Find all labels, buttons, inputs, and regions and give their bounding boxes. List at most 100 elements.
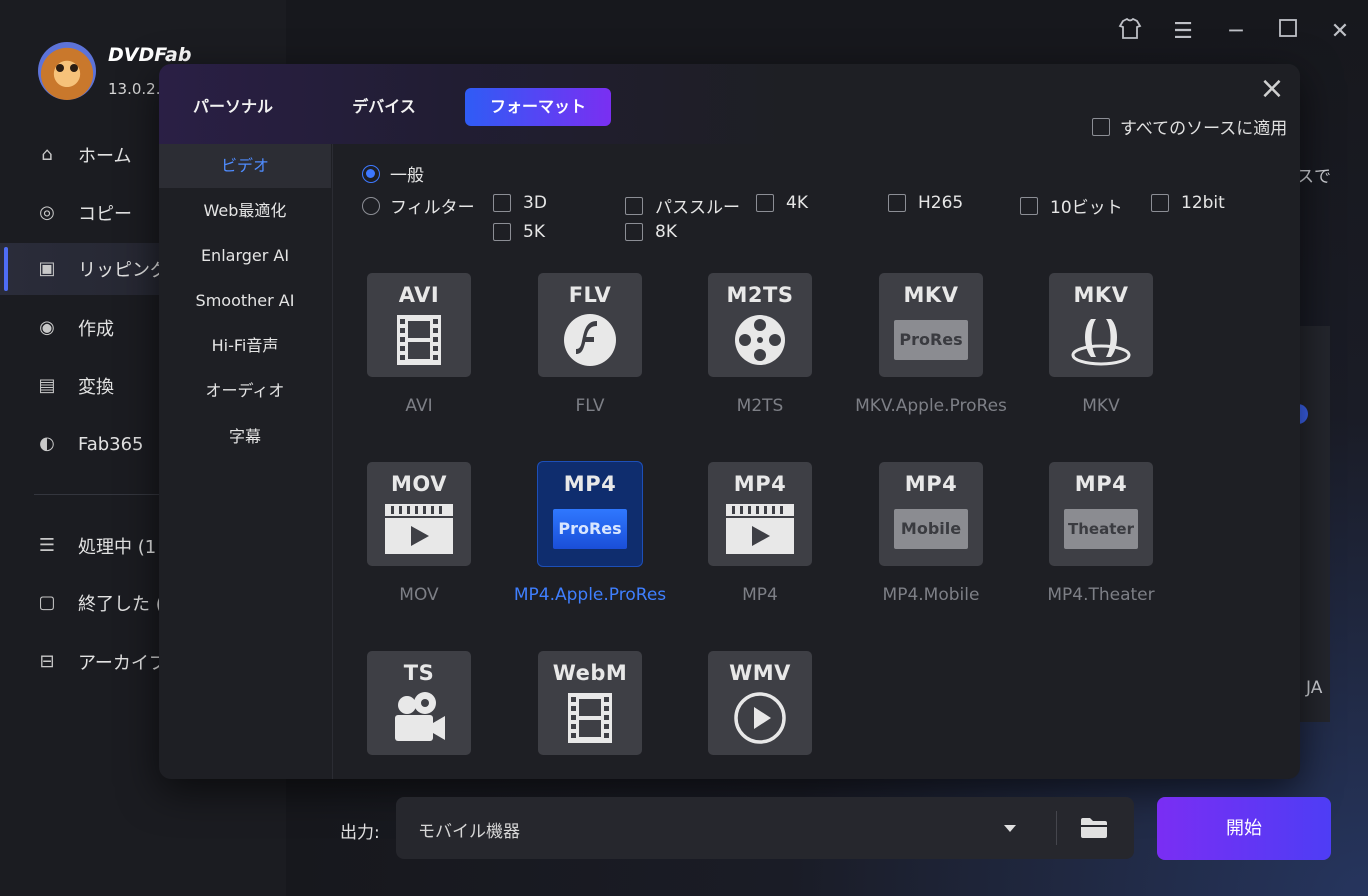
format-mp4-apple-prores[interactable]: MP4 ProRes MP4.Apple.ProRes [505,462,675,605]
format-flv[interactable]: FLV FLV [505,273,675,416]
apply-all-sources-checkbox[interactable]: すべてのソースに適用 [1092,114,1287,139]
tab-format[interactable]: フォーマット [465,88,611,126]
format-label: AVI [405,396,433,416]
subnav-item-video[interactable]: ビデオ [159,144,331,188]
menu-icon[interactable]: ☰ [1169,18,1197,46]
format-webm[interactable]: WebM [505,651,675,755]
subnav-item-smoother-ai[interactable]: Smoother AI [159,279,331,323]
format-tile-title: TS [403,661,435,685]
radio-filter[interactable]: フィルター [362,193,475,218]
radio-general[interactable]: 一般 [362,161,424,186]
filter-label: H265 [918,193,964,213]
format-mp4[interactable]: MP4 MP4 [675,462,845,605]
format-badge: Theater [1064,509,1138,549]
ripping-icon: ▣ [38,258,56,279]
format-tile-title: MP4 [1074,472,1128,496]
filter-h265[interactable]: H265 [888,193,963,213]
category-subnav: ビデオ Web最適化 Enlarger AI Smoother AI Hi-Fi… [159,144,333,779]
close-dialog-icon[interactable]: × [1257,74,1287,104]
format-mp4-theater[interactable]: MP4 Theater MP4.Theater [1016,462,1186,605]
format-tile-title: MP4 [733,472,787,496]
filter-label: 12bit [1181,193,1225,213]
subnav-item-enlarger-ai[interactable]: Enlarger AI [159,234,331,278]
format-badge: ProRes [894,320,968,360]
home-icon: ⌂ [41,144,53,165]
video-camera-icon [367,691,471,745]
output-label: 出力: [340,823,380,843]
format-mkv-apple-prores[interactable]: MKV ProRes MKV.Apple.ProRes [846,273,1016,416]
flash-icon [538,313,642,367]
film-convert-icon: ▤ [38,375,56,396]
archive-box-icon: ⊟ [39,651,55,672]
maximize-icon[interactable] [1274,18,1302,46]
filter-passthrough[interactable]: パススルー [625,193,740,218]
filter-4k[interactable]: 4K [756,193,808,213]
filter-8k[interactable]: 8K [625,222,677,242]
format-tile-title: MKV [903,283,959,307]
format-badge: Mobile [894,509,968,549]
apply-all-label: すべてのソースに適用 [1120,119,1288,139]
finished-clipboard-icon: ▢ [38,592,56,613]
format-mkv[interactable]: MKV MKV [1016,273,1186,416]
format-label: M2TS [736,396,784,416]
format-label: MP4.Apple.ProRes [513,585,667,605]
format-tile-title: MP4 [904,472,958,496]
format-tile-title: FLV [568,283,612,307]
filter-label: 3D [523,193,547,213]
output-destination-value: モバイル機器 [418,822,520,842]
sidebar-item-label: 作成 [78,319,114,340]
create-disc-icon: ◉ [39,317,55,338]
format-m2ts[interactable]: M2TS M2TS [675,273,845,416]
subnav-item-hifi-audio[interactable]: Hi-Fi音声 [159,324,331,368]
sidebar-item-label: ホーム [78,146,132,167]
checkbox-box[interactable] [1092,117,1110,136]
chevron-down-icon[interactable] [1004,825,1016,832]
subnav-item-audio[interactable]: オーディオ [159,369,331,413]
filter-3d[interactable]: 3D [493,193,547,213]
sidebar-item-label: 処理中 (1 [78,537,157,558]
start-button[interactable]: 開始 [1157,797,1331,860]
background-source-panel [1300,326,1330,722]
format-badge: ProRes [553,509,627,549]
format-label: MOV [399,585,439,605]
filter-5k[interactable]: 5K [493,222,545,242]
radio-button[interactable] [362,196,380,215]
format-label: MP4 [742,585,778,605]
background-language-text: JA [1306,678,1323,698]
matroska-icon [1049,313,1153,367]
tab-personal[interactable]: パーソナル [181,88,285,126]
radio-filter-label: フィルター [390,198,475,218]
clapper-play-icon [708,502,812,556]
output-separator [1056,811,1057,845]
subnav-item-subtitle[interactable]: 字幕 [159,415,331,459]
filter-label: 5K [523,222,545,242]
tab-device[interactable]: デバイス [331,88,437,126]
filter-label: 10ビット [1050,198,1123,218]
radio-general-label: 一般 [390,166,424,186]
film-strip-icon [367,313,471,367]
filter-10bit[interactable]: 10ビット [1020,193,1123,218]
format-tile-title: M2TS [726,283,794,307]
film-reel-icon [708,313,812,367]
dvdfab-logo [38,42,96,100]
filter-12bit[interactable]: 12bit [1151,193,1225,213]
format-ts[interactable]: TS [334,651,504,755]
radio-button[interactable] [362,164,380,183]
format-label: MKV [1082,396,1120,416]
format-tile-title: MOV [391,472,447,496]
folder-icon[interactable] [1080,817,1108,839]
format-wmv[interactable]: WMV [675,651,845,755]
output-destination-select[interactable]: モバイル機器 [396,797,1134,859]
subnav-item-web[interactable]: Web最適化 [159,189,331,233]
format-tile-title: MP4 [563,472,617,496]
minimize-icon[interactable]: ─ [1222,18,1250,46]
format-avi[interactable]: AVI AVI [334,273,504,416]
format-mp4-mobile[interactable]: MP4 Mobile MP4.Mobile [846,462,1016,605]
format-mov[interactable]: MOV MOV [334,462,504,605]
app-brand: DVDFab [108,44,192,66]
sidebar-item-label: 終了した ( [78,594,163,615]
skin-icon[interactable] [1116,17,1144,46]
filter-label: 4K [786,193,808,213]
format-tile-title: MKV [1073,283,1129,307]
close-window-icon[interactable]: ✕ [1326,18,1354,46]
